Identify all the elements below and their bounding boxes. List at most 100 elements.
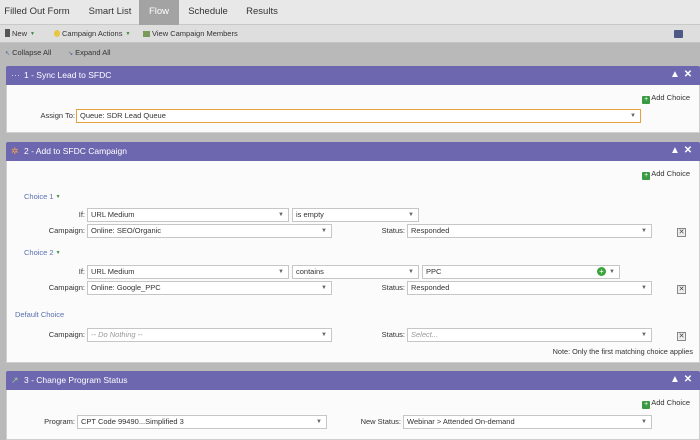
step-title: 2 - Add to SFDC Campaign [24, 146, 127, 156]
tab-smart-list[interactable]: Smart List [76, 0, 144, 25]
default-campaign-select[interactable]: -- Do Nothing -- ▼ [87, 328, 332, 342]
if-label: If: [78, 210, 85, 219]
chevron-down-icon: ▼ [30, 31, 35, 37]
campaign-value: Online: Google_PPC [91, 283, 161, 292]
assign-to-value: Queue: SDR Lead Queue [80, 111, 166, 120]
tab-schedule[interactable]: Schedule [183, 0, 233, 25]
campaign-label: Campaign: [48, 330, 85, 339]
add-choice-icon: + [642, 401, 651, 409]
status-select[interactable]: Responded ▼ [407, 281, 652, 295]
flow-step-body: + Add Choice Choice 1 ▼ If: URL Medium ▼ is… [6, 161, 700, 363]
chevron-down-icon: ▼ [321, 228, 327, 234]
delete-choice-icon[interactable]: ✕ [677, 228, 686, 237]
new-status-select[interactable]: Webinar > Attended On-demand ▼ [403, 415, 652, 429]
new-menu-button[interactable]: New ▼ [5, 28, 35, 40]
add-choice-button[interactable]: + Add Choice [642, 93, 690, 104]
new-status-value: Webinar > Attended On-demand [407, 417, 515, 426]
drag-handle-icon[interactable]: ⋯ [11, 69, 20, 81]
choice-1-toggle[interactable]: Choice 1 ▼ [24, 192, 61, 202]
choice-operator-select[interactable]: is empty ▼ [292, 208, 419, 222]
chevron-down-icon: ▼ [278, 269, 284, 275]
chevron-down-icon: ▼ [641, 285, 647, 291]
add-choice-button[interactable]: + Add Choice [642, 169, 690, 180]
delete-choice-icon[interactable]: ✕ [677, 285, 686, 294]
close-icon[interactable]: ✕ [682, 374, 694, 386]
view-campaign-members-button[interactable]: View Campaign Members [143, 28, 238, 40]
choice-2-toggle[interactable]: Choice 2 ▼ [24, 248, 61, 258]
chevron-down-icon: ▼ [630, 113, 636, 119]
chevron-down-icon: ▼ [321, 332, 327, 338]
status-value: Responded [411, 283, 450, 292]
collapse-all-label: Collapse All [12, 48, 52, 57]
chevron-down-icon: ▼ [55, 194, 61, 200]
choice-value: PPC [426, 267, 442, 276]
print-icon[interactable] [674, 30, 683, 38]
add-choice-icon: + [642, 172, 651, 180]
assign-to-select[interactable]: Queue: SDR Lead Queue ▼ [76, 109, 641, 123]
flow-step-header[interactable]: ⋯ 1 - Sync Lead to SFDC ▲ ✕ [6, 66, 700, 85]
add-choice-label: Add Choice [651, 93, 690, 102]
sfdc-icon: ✲ [11, 146, 19, 156]
move-up-icon[interactable]: ▲ [669, 374, 681, 386]
lightbulb-icon [54, 30, 60, 37]
campaign-select[interactable]: Online: SEO/Organic ▼ [87, 224, 332, 238]
field-value: URL Medium [91, 210, 135, 219]
new-label: New [12, 29, 28, 38]
expand-icon: ↘ [68, 51, 74, 57]
move-up-icon[interactable]: ▲ [669, 145, 681, 157]
choice-field-select[interactable]: URL Medium ▼ [87, 265, 289, 279]
delete-choice-icon[interactable]: ✕ [677, 332, 686, 341]
flow-step-header[interactable]: ✲ 2 - Add to SFDC Campaign ▲ ✕ [6, 142, 700, 161]
chevron-down-icon: ▼ [278, 212, 284, 218]
toolbar: New ▼ Campaign Actions ▼ View Campaign Mem… [0, 25, 700, 43]
status-select[interactable]: Responded ▼ [407, 224, 652, 238]
tab-filled-out-form[interactable]: Filled Out Form [0, 0, 74, 25]
choice-value-input[interactable]: PPC ▼ [422, 265, 620, 279]
campaign-actions-label: Campaign Actions [62, 29, 123, 38]
tab-flow[interactable]: Flow [139, 0, 179, 25]
members-icon [143, 31, 150, 37]
collapse-icon: ↖ [5, 51, 11, 57]
if-label: If: [78, 267, 85, 276]
chevron-down-icon: ▼ [641, 419, 647, 425]
program-select[interactable]: CPT Code 99490...Simplified 3 ▼ [77, 415, 327, 429]
chevron-down-icon: ▼ [641, 228, 647, 234]
choice-field-select[interactable]: URL Medium ▼ [87, 208, 289, 222]
status-value: Select... [411, 330, 439, 339]
view-members-label: View Campaign Members [152, 29, 238, 38]
flow-step-header[interactable]: ↗ 3 - Change Program Status ▲ ✕ [6, 371, 700, 390]
status-label: Status: [381, 283, 405, 292]
tab-bar: Filled Out Form Smart List Flow Schedule… [0, 0, 700, 25]
campaign-value: -- Do Nothing -- [91, 330, 143, 339]
move-up-icon[interactable]: ▲ [669, 69, 681, 81]
choice-operator-select[interactable]: contains ▼ [292, 265, 419, 279]
tab-results[interactable]: Results [240, 0, 284, 25]
collapse-bar: ↖ Collapse All ↘ Expand All [0, 43, 700, 63]
chevron-down-icon: ▼ [321, 285, 327, 291]
operator-value: is empty [296, 210, 324, 219]
add-value-icon[interactable]: + [597, 267, 606, 276]
expand-all-button[interactable]: ↘ Expand All [68, 48, 111, 58]
campaign-select[interactable]: Online: Google_PPC ▼ [87, 281, 332, 295]
chevron-down-icon: ▼ [641, 332, 647, 338]
campaign-label: Campaign: [48, 283, 85, 292]
chevron-down-icon: ▼ [408, 269, 414, 275]
program-status-icon: ↗ [11, 375, 19, 385]
default-status-select[interactable]: Select... ▼ [407, 328, 652, 342]
program-label: Program: [44, 417, 75, 426]
close-icon[interactable]: ✕ [682, 69, 694, 81]
chevron-down-icon: ▼ [55, 250, 61, 256]
new-status-label: New Status: [360, 417, 401, 426]
add-choice-button[interactable]: + Add Choice [642, 398, 690, 409]
campaign-value: Online: SEO/Organic [91, 226, 162, 235]
collapse-all-button[interactable]: ↖ Collapse All [5, 48, 51, 58]
add-choice-icon: + [642, 96, 651, 104]
close-icon[interactable]: ✕ [682, 145, 694, 157]
field-value: URL Medium [91, 267, 135, 276]
program-value: CPT Code 99490...Simplified 3 [81, 417, 184, 426]
campaign-actions-button[interactable]: Campaign Actions ▼ [54, 28, 130, 40]
add-choice-label: Add Choice [651, 398, 690, 407]
flow-step-body: + Add Choice Program: CPT Code 99490...Si… [6, 390, 700, 440]
expand-all-label: Expand All [75, 48, 111, 57]
status-value: Responded [411, 226, 450, 235]
